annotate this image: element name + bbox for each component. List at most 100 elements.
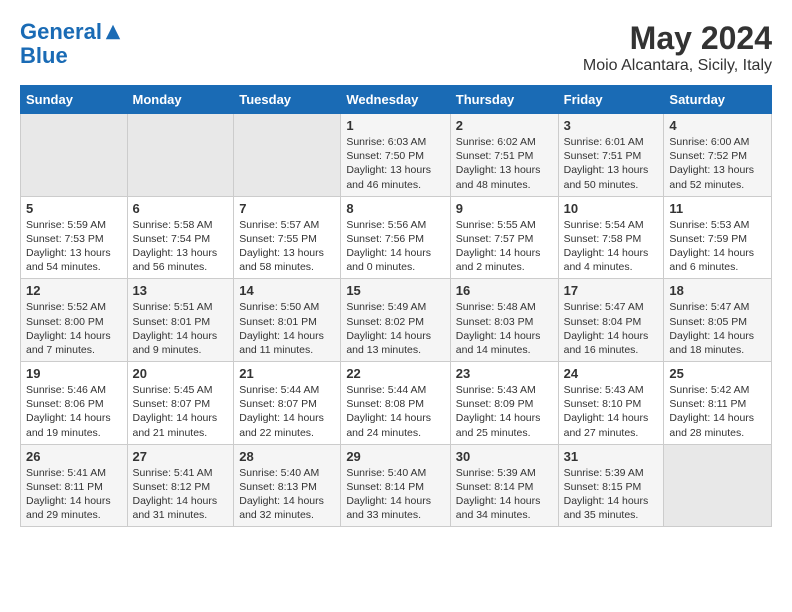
calendar-cell: 4 Sunrise: 6:00 AM Sunset: 7:52 PM Daylig…	[664, 114, 772, 197]
page-header: General Blue May 2024 Moio Alcantara, Si…	[20, 20, 772, 75]
day-info: Sunrise: 5:43 AM Sunset: 8:09 PM Dayligh…	[456, 383, 553, 440]
day-number: 24	[564, 366, 659, 381]
calendar-cell: 3Sunrise: 6:01 AM Sunset: 7:51 PM Daylig…	[558, 114, 664, 197]
day-info: Sunrise: 5:41 AM Sunset: 8:11 PM Dayligh…	[26, 466, 122, 523]
header-cell-monday: Monday	[127, 86, 234, 114]
day-number: 2	[456, 118, 553, 133]
calendar-week-row: 12 Sunrise: 5:52 AM Sunset: 8:00 PM Dayli…	[21, 279, 772, 362]
day-info: Sunrise: 5:47 AM Sunset: 8:04 PM Dayligh…	[564, 300, 659, 357]
header-cell-sunday: Sunday	[21, 86, 128, 114]
day-number: 11	[669, 201, 766, 216]
calendar-week-row: 26Sunrise: 5:41 AM Sunset: 8:11 PM Dayli…	[21, 444, 772, 527]
day-number: 21	[239, 366, 335, 381]
day-number: 4	[669, 118, 766, 133]
day-number: 22	[346, 366, 444, 381]
calendar-cell: 5 Sunrise: 5:59 AM Sunset: 7:53 PM Daylig…	[21, 196, 128, 279]
day-info: Sunrise: 6:00 AM Sunset: 7:52 PM Dayligh…	[669, 135, 766, 192]
day-number: 20	[133, 366, 229, 381]
day-info: Sunrise: 5:45 AM Sunset: 8:07 PM Dayligh…	[133, 383, 229, 440]
calendar-cell: 1 Sunrise: 6:03 AM Sunset: 7:50 PM Daylig…	[341, 114, 450, 197]
header-cell-friday: Friday	[558, 86, 664, 114]
day-info: Sunrise: 5:58 AM Sunset: 7:54 PM Dayligh…	[133, 218, 229, 275]
calendar-cell	[127, 114, 234, 197]
logo: General Blue	[20, 20, 122, 68]
day-number: 6	[133, 201, 229, 216]
calendar-cell: 8Sunrise: 5:56 AM Sunset: 7:56 PM Daylig…	[341, 196, 450, 279]
logo-text-blue: Blue	[20, 44, 122, 68]
calendar-cell: 21Sunrise: 5:44 AM Sunset: 8:07 PM Dayli…	[234, 362, 341, 445]
day-number: 13	[133, 283, 229, 298]
day-info: Sunrise: 5:44 AM Sunset: 8:08 PM Dayligh…	[346, 383, 444, 440]
calendar-table: SundayMondayTuesdayWednesdayThursdayFrid…	[20, 85, 772, 527]
calendar-cell: 2 Sunrise: 6:02 AM Sunset: 7:51 PM Daylig…	[450, 114, 558, 197]
calendar-cell: 16Sunrise: 5:48 AM Sunset: 8:03 PM Dayli…	[450, 279, 558, 362]
day-number: 31	[564, 449, 659, 464]
calendar-cell: 9Sunrise: 5:55 AM Sunset: 7:57 PM Daylig…	[450, 196, 558, 279]
day-number: 23	[456, 366, 553, 381]
day-number: 14	[239, 283, 335, 298]
header-row: SundayMondayTuesdayWednesdayThursdayFrid…	[21, 86, 772, 114]
header-cell-saturday: Saturday	[664, 86, 772, 114]
day-info: Sunrise: 5:59 AM Sunset: 7:53 PM Dayligh…	[26, 218, 122, 275]
calendar-cell: 29Sunrise: 5:40 AM Sunset: 8:14 PM Dayli…	[341, 444, 450, 527]
day-info: Sunrise: 5:49 AM Sunset: 8:02 PM Dayligh…	[346, 300, 444, 357]
day-info: Sunrise: 5:53 AM Sunset: 7:59 PM Dayligh…	[669, 218, 766, 275]
day-number: 17	[564, 283, 659, 298]
header-cell-tuesday: Tuesday	[234, 86, 341, 114]
calendar-cell: 17 Sunrise: 5:47 AM Sunset: 8:04 PM Dayli…	[558, 279, 664, 362]
day-number: 1	[346, 118, 444, 133]
day-number: 18	[669, 283, 766, 298]
day-info: Sunrise: 5:46 AM Sunset: 8:06 PM Dayligh…	[26, 383, 122, 440]
calendar-cell: 18 Sunrise: 5:47 AM Sunset: 8:05 PM Dayli…	[664, 279, 772, 362]
calendar-cell: 7Sunrise: 5:57 AM Sunset: 7:55 PM Daylig…	[234, 196, 341, 279]
calendar-cell: 13 Sunrise: 5:51 AM Sunset: 8:01 PM Dayli…	[127, 279, 234, 362]
calendar-cell: 10Sunrise: 5:54 AM Sunset: 7:58 PM Dayli…	[558, 196, 664, 279]
day-number: 16	[456, 283, 553, 298]
day-info: Sunrise: 5:41 AM Sunset: 8:12 PM Dayligh…	[133, 466, 229, 523]
day-info: Sunrise: 5:52 AM Sunset: 8:00 PM Dayligh…	[26, 300, 122, 357]
calendar-week-row: 19 Sunrise: 5:46 AM Sunset: 8:06 PM Dayli…	[21, 362, 772, 445]
calendar-week-row: 5 Sunrise: 5:59 AM Sunset: 7:53 PM Daylig…	[21, 196, 772, 279]
day-number: 10	[564, 201, 659, 216]
calendar-cell: 6 Sunrise: 5:58 AM Sunset: 7:54 PM Daylig…	[127, 196, 234, 279]
calendar-cell: 27Sunrise: 5:41 AM Sunset: 8:12 PM Dayli…	[127, 444, 234, 527]
day-number: 12	[26, 283, 122, 298]
logo-text: General	[20, 20, 102, 44]
calendar-cell: 14 Sunrise: 5:50 AM Sunset: 8:01 PM Dayli…	[234, 279, 341, 362]
subtitle: Moio Alcantara, Sicily, Italy	[583, 57, 772, 75]
day-info: Sunrise: 6:03 AM Sunset: 7:50 PM Dayligh…	[346, 135, 444, 192]
calendar-cell: 30Sunrise: 5:39 AM Sunset: 8:14 PM Dayli…	[450, 444, 558, 527]
calendar-cell: 11 Sunrise: 5:53 AM Sunset: 7:59 PM Dayli…	[664, 196, 772, 279]
header-cell-thursday: Thursday	[450, 86, 558, 114]
calendar-cell	[21, 114, 128, 197]
day-info: Sunrise: 5:50 AM Sunset: 8:01 PM Dayligh…	[239, 300, 335, 357]
calendar-cell: 23 Sunrise: 5:43 AM Sunset: 8:09 PM Dayli…	[450, 362, 558, 445]
calendar-cell	[664, 444, 772, 527]
day-number: 15	[346, 283, 444, 298]
day-info: Sunrise: 5:40 AM Sunset: 8:14 PM Dayligh…	[346, 466, 444, 523]
calendar-cell: 28Sunrise: 5:40 AM Sunset: 8:13 PM Dayli…	[234, 444, 341, 527]
calendar-cell: 12 Sunrise: 5:52 AM Sunset: 8:00 PM Dayli…	[21, 279, 128, 362]
day-info: Sunrise: 5:57 AM Sunset: 7:55 PM Dayligh…	[239, 218, 335, 275]
day-number: 25	[669, 366, 766, 381]
calendar-cell: 19 Sunrise: 5:46 AM Sunset: 8:06 PM Dayli…	[21, 362, 128, 445]
calendar-cell: 26Sunrise: 5:41 AM Sunset: 8:11 PM Dayli…	[21, 444, 128, 527]
day-info: Sunrise: 5:47 AM Sunset: 8:05 PM Dayligh…	[669, 300, 766, 357]
main-title: May 2024	[583, 20, 772, 57]
header-cell-wednesday: Wednesday	[341, 86, 450, 114]
day-info: Sunrise: 5:51 AM Sunset: 8:01 PM Dayligh…	[133, 300, 229, 357]
day-info: Sunrise: 5:56 AM Sunset: 7:56 PM Dayligh…	[346, 218, 444, 275]
day-info: Sunrise: 5:39 AM Sunset: 8:15 PM Dayligh…	[564, 466, 659, 523]
day-info: Sunrise: 6:01 AM Sunset: 7:51 PM Dayligh…	[564, 135, 659, 192]
title-section: May 2024 Moio Alcantara, Sicily, Italy	[583, 20, 772, 75]
day-number: 30	[456, 449, 553, 464]
logo-icon	[104, 23, 122, 41]
day-info: Sunrise: 5:55 AM Sunset: 7:57 PM Dayligh…	[456, 218, 553, 275]
day-info: Sunrise: 6:02 AM Sunset: 7:51 PM Dayligh…	[456, 135, 553, 192]
calendar-week-row: 1 Sunrise: 6:03 AM Sunset: 7:50 PM Daylig…	[21, 114, 772, 197]
day-number: 19	[26, 366, 122, 381]
day-number: 5	[26, 201, 122, 216]
day-info: Sunrise: 5:42 AM Sunset: 8:11 PM Dayligh…	[669, 383, 766, 440]
calendar-cell: 22 Sunrise: 5:44 AM Sunset: 8:08 PM Dayli…	[341, 362, 450, 445]
calendar-cell: 31 Sunrise: 5:39 AM Sunset: 8:15 PM Dayli…	[558, 444, 664, 527]
